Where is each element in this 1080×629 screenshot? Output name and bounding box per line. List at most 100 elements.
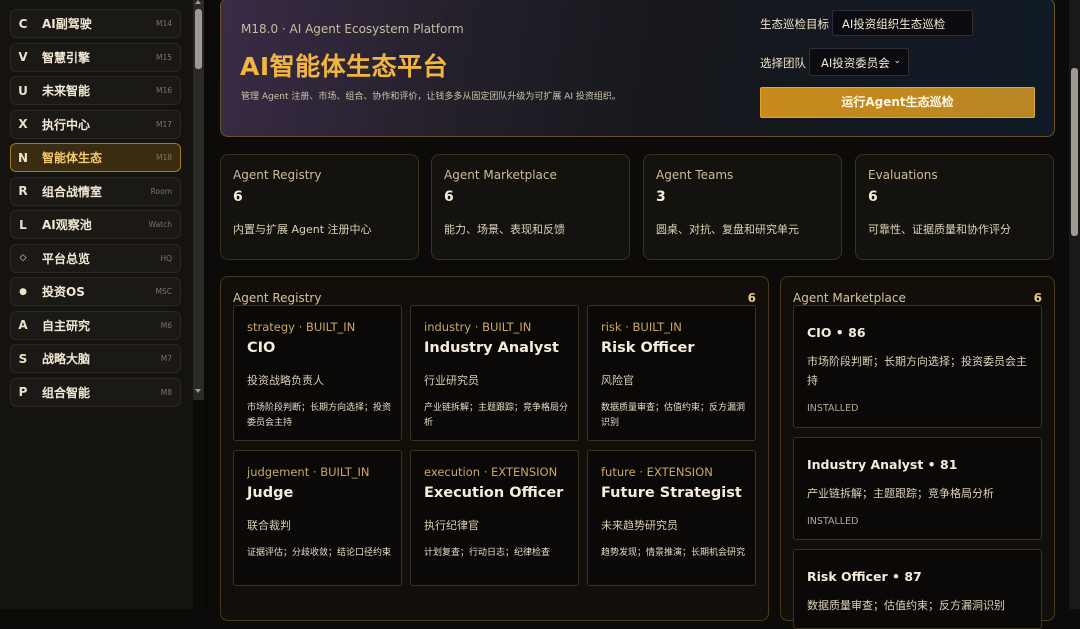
nav-code: HQ bbox=[160, 253, 172, 263]
agent-capabilities: 趋势发现；情景推演；长期机会研究 bbox=[601, 548, 746, 558]
nav-label: 组合智能 bbox=[42, 385, 91, 400]
agent-role: 风险官 bbox=[601, 374, 634, 387]
stat-card-marketplace: Agent Marketplace 6 能力、场景、表现和反馈 bbox=[431, 154, 630, 260]
stat-card-registry: Agent Registry 6 内置与扩展 Agent 注册中心 bbox=[220, 154, 419, 260]
sidebar-item-future-intelligence[interactable]: U 未来智能 M16 bbox=[10, 76, 181, 105]
agent-tag: execution · EXTENSION bbox=[424, 465, 558, 479]
nav-code: M15 bbox=[155, 52, 172, 62]
stat-title: Agent Registry bbox=[233, 168, 322, 182]
agent-card-cio[interactable]: strategy · BUILT_IN CIO 投资战略负责人 市场阶段判断；长… bbox=[233, 305, 402, 441]
panel-title: Agent Marketplace bbox=[793, 291, 906, 305]
divider bbox=[204, 0, 210, 609]
sidebar-item-ai-watch-pool[interactable]: L AI观察池 Watch bbox=[10, 210, 181, 239]
team-select[interactable]: AI投资委员会 ⌄ bbox=[809, 48, 909, 76]
sidebar-nav-list: C AI副驾驶 M14 V 智慧引擎 M15 U 未来智能 M16 X 执行中心… bbox=[10, 9, 181, 411]
nav-label: 战略大脑 bbox=[42, 352, 91, 366]
stat-desc: 圆桌、对抗、复盘和研究单元 bbox=[656, 223, 799, 236]
nav-key: U bbox=[18, 83, 28, 98]
agent-tag: judgement · BUILT_IN bbox=[247, 465, 370, 479]
sidebar-item-wisdom-engine[interactable]: V 智慧引擎 M15 bbox=[10, 42, 181, 72]
agent-marketplace-panel: Agent Marketplace 6 CIO • 86 市场阶段判断；长期方向… bbox=[780, 276, 1055, 629]
agent-card-risk-officer[interactable]: risk · BUILT_IN Risk Officer 风险官 数据质量审查；… bbox=[587, 305, 756, 441]
market-agent-name: Industry Analyst • 81 bbox=[807, 457, 958, 472]
nav-key: L bbox=[19, 217, 27, 232]
install-status-badge: INSTALLED bbox=[807, 403, 859, 414]
market-agent-desc: 产业链拆解；主题跟踪；竞争格局分析 bbox=[807, 487, 994, 500]
sidebar-item-autonomous-research[interactable]: A 自主研究 M6 bbox=[10, 310, 181, 340]
sidebar-item-portfolio-intelligence[interactable]: P 组合智能 M8 bbox=[10, 377, 181, 407]
hero-banner: M18.0 · AI Agent Ecosystem Platform AI智能… bbox=[220, 0, 1055, 137]
nav-code: MSC bbox=[155, 287, 172, 296]
agent-card-execution-officer[interactable]: execution · EXTENSION Execution Officer … bbox=[410, 450, 579, 586]
agent-name: Future Strategist bbox=[601, 485, 742, 501]
stat-desc: 能力、场景、表现和反馈 bbox=[444, 223, 565, 236]
nav-key: V bbox=[18, 50, 28, 64]
sidebar: C AI副驾驶 M14 V 智慧引擎 M15 U 未来智能 M16 X 执行中心… bbox=[0, 0, 193, 609]
team-select-value: AI投资委员会 bbox=[821, 56, 890, 70]
nav-label: 智能体生态 bbox=[42, 151, 103, 165]
nav-label: 平台总览 bbox=[42, 251, 91, 266]
team-label: 选择团队 bbox=[760, 56, 806, 70]
stat-desc: 可靠性、证据质量和协作评分 bbox=[868, 223, 1011, 236]
scroll-down-arrow-icon[interactable] bbox=[195, 389, 201, 393]
agent-name: Execution Officer bbox=[424, 485, 564, 501]
market-agent-desc: 数据质量审查；估值约束；反方漏洞识别 bbox=[807, 599, 1005, 612]
marketplace-card-risk-officer[interactable]: Risk Officer • 87 数据质量审查；估值约束；反方漏洞识别 bbox=[793, 549, 1042, 629]
stat-value: 6 bbox=[233, 189, 243, 205]
sidebar-item-investment-os[interactable]: ● 投资OS MSC bbox=[10, 277, 181, 306]
scroll-up-arrow-icon[interactable] bbox=[195, 0, 201, 4]
agent-capabilities: 证据评估；分歧收敛；结论口径约束 bbox=[247, 548, 392, 558]
target-input[interactable]: AI投资组织生态巡检 bbox=[832, 10, 973, 36]
stat-card-evaluations: Evaluations 6 可靠性、证据质量和协作评分 bbox=[855, 154, 1054, 260]
panel-count: 6 bbox=[747, 291, 756, 305]
stat-title: Agent Teams bbox=[656, 168, 734, 182]
marketplace-card-cio[interactable]: CIO • 86 市场阶段判断；长期方向选择；投资委员会主持 INSTALLED bbox=[793, 305, 1042, 428]
stat-value: 3 bbox=[656, 189, 666, 205]
sidebar-scrollbar[interactable] bbox=[193, 0, 204, 400]
nav-code: M7 bbox=[160, 354, 172, 363]
chevron-down-icon: ⌄ bbox=[893, 56, 901, 66]
market-agent-name: CIO • 86 bbox=[807, 325, 866, 340]
dot-icon: ● bbox=[19, 286, 27, 297]
nav-label: AI观察池 bbox=[42, 218, 92, 232]
nav-code: M6 bbox=[160, 320, 172, 330]
agent-name: Judge bbox=[247, 485, 294, 501]
stat-card-teams: Agent Teams 3 圆桌、对抗、复盘和研究单元 bbox=[643, 154, 842, 260]
main-scroll-thumb[interactable] bbox=[1071, 68, 1078, 236]
agent-role: 执行纪律官 bbox=[424, 519, 479, 532]
agent-tag: risk · BUILT_IN bbox=[601, 320, 682, 334]
agent-capabilities: 计划复查；行动日志；纪律检查 bbox=[424, 548, 551, 558]
sidebar-item-platform-overview[interactable]: ◇ 平台总览 HQ bbox=[10, 243, 181, 273]
stat-value: 6 bbox=[868, 189, 878, 205]
stat-title: Agent Marketplace bbox=[444, 168, 557, 182]
sidebar-item-ai-copilot[interactable]: C AI副驾驶 M14 bbox=[10, 9, 181, 38]
nav-code: M16 bbox=[155, 86, 172, 95]
sidebar-item-agent-ecosystem[interactable]: N 智能体生态 M18 bbox=[10, 143, 181, 172]
agent-card-future-strategist[interactable]: future · EXTENSION Future Strategist 未来趋… bbox=[587, 450, 756, 586]
agent-name: Risk Officer bbox=[601, 340, 695, 356]
page-title: AI智能体生态平台 bbox=[240, 52, 449, 81]
agent-card-judge[interactable]: judgement · BUILT_IN Judge 联合裁判 证据评估；分歧收… bbox=[233, 450, 402, 586]
run-ecosystem-scan-button[interactable]: 运行Agent生态巡检 bbox=[760, 87, 1035, 118]
sidebar-item-portfolio-war-room[interactable]: R 组合战情室 Room bbox=[10, 176, 181, 206]
target-label: 生态巡检目标 bbox=[760, 17, 829, 31]
agent-role: 未来趋势研究员 bbox=[601, 519, 678, 532]
main-scrollbar[interactable] bbox=[1069, 0, 1080, 609]
agent-card-industry-analyst[interactable]: industry · BUILT_IN Industry Analyst 行业研… bbox=[410, 305, 579, 441]
sidebar-item-strategy-brain[interactable]: S 战略大脑 M7 bbox=[10, 344, 181, 373]
market-agent-desc: 市场阶段判断；长期方向选择；投资委员会主持 bbox=[807, 355, 1027, 387]
panel-title: Agent Registry bbox=[233, 291, 322, 305]
sidebar-scroll-thumb[interactable] bbox=[195, 9, 202, 69]
panel-count: 6 bbox=[1033, 291, 1042, 305]
nav-code: M8 bbox=[160, 387, 172, 397]
nav-label: 未来智能 bbox=[42, 84, 91, 98]
nav-label: AI副驾驶 bbox=[42, 17, 92, 31]
market-agent-name: Risk Officer • 87 bbox=[807, 569, 922, 584]
nav-label: 投资OS bbox=[42, 285, 85, 299]
agent-name: Industry Analyst bbox=[424, 340, 559, 356]
stat-title: Evaluations bbox=[868, 168, 938, 182]
sidebar-item-execution-center[interactable]: X 执行中心 M17 bbox=[10, 109, 181, 139]
install-status-badge: INSTALLED bbox=[807, 516, 859, 527]
marketplace-card-industry-analyst[interactable]: Industry Analyst • 81 产业链拆解；主题跟踪；竞争格局分析 … bbox=[793, 437, 1042, 540]
nav-label: 智慧引擎 bbox=[42, 50, 91, 65]
